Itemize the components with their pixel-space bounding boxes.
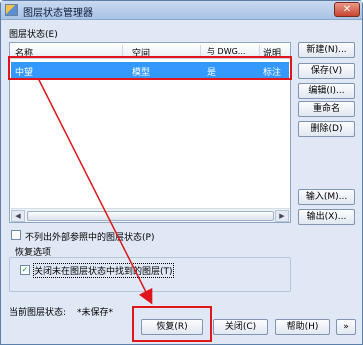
annotation-arrow xyxy=(37,77,153,305)
annotation-overlay xyxy=(37,77,153,305)
